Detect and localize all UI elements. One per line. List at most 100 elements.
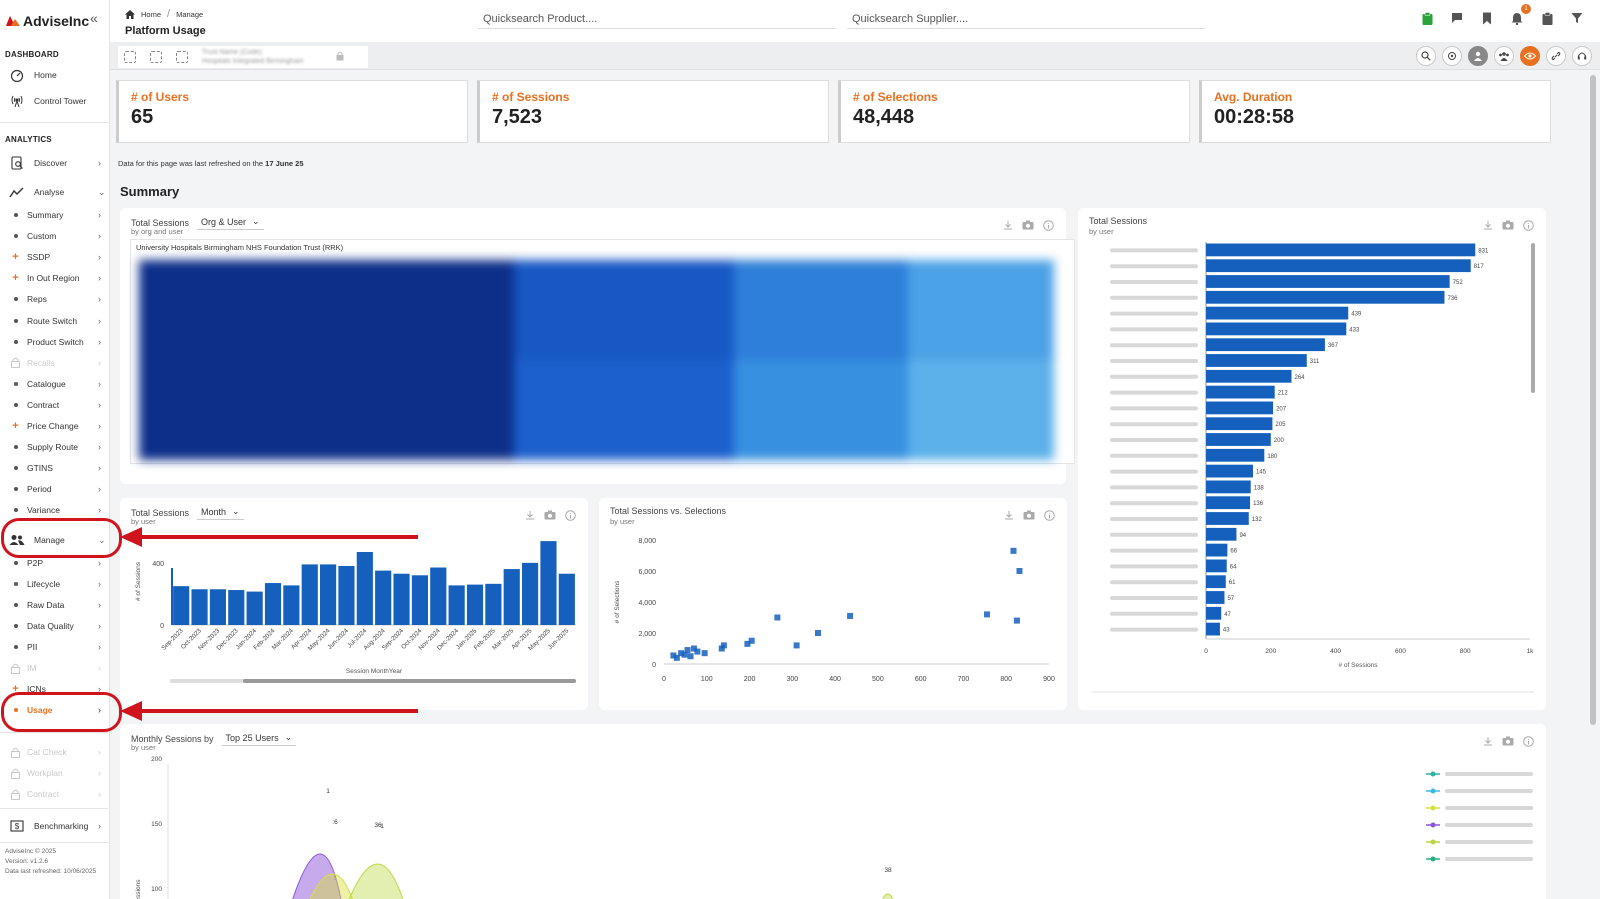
- vertical-scrollbar[interactable]: [1531, 243, 1535, 393]
- app-logo[interactable]: AdviseInc: [5, 13, 89, 29]
- sidebar-item-home[interactable]: Home: [0, 65, 110, 85]
- sidebar-item-label: IM: [27, 663, 37, 673]
- bullet-icon: [13, 445, 18, 450]
- blurred-legend-label: [1445, 840, 1533, 844]
- bar-value-label: 439: [1351, 312, 1362, 318]
- bullet-icon: [13, 603, 18, 607]
- bullet-icon: [13, 624, 18, 628]
- sidebar-item-period[interactable]: Period ›: [0, 479, 110, 499]
- eye-icon[interactable]: [1520, 46, 1540, 66]
- page-title: Platform Usage: [125, 25, 206, 37]
- download-icon[interactable]: [1002, 219, 1014, 231]
- bell-icon[interactable]: 1: [1509, 4, 1531, 26]
- treemap[interactable]: University Hospitals Birmingham NHS Foun…: [130, 239, 1075, 464]
- chevron-right-icon: ›: [98, 442, 101, 453]
- scatter-chart[interactable]: 0 100 200 300 400 500 600 700 800 900 0 2,000 4,000 6…: [599, 498, 1067, 710]
- hbar: [1206, 512, 1249, 525]
- sidebar-item-gtins[interactable]: GTINS ›: [0, 458, 110, 478]
- bar-value-label: 94: [1239, 533, 1246, 539]
- bar-value-label: 311: [1310, 359, 1320, 365]
- bar-value-label: 61: [1229, 580, 1236, 586]
- sidebar-item-custom[interactable]: Custom ›: [0, 226, 110, 246]
- sidebar-divider: [0, 842, 108, 843]
- sidebar-item-analyse[interactable]: Analyse ⌄: [0, 182, 110, 202]
- sidebar-item-route-switch[interactable]: Route Switch ›: [0, 311, 110, 331]
- chevron-right-icon: ›: [98, 294, 101, 305]
- sidebar-item-control-tower[interactable]: Control Tower: [0, 91, 110, 111]
- y-tick-label: 400: [152, 561, 164, 568]
- sidebar-item-im[interactable]: IM ›: [0, 658, 110, 678]
- sidebar-item-label: Custom: [27, 231, 57, 242]
- blurred-name: Trust Name (Code): [202, 49, 262, 56]
- blurred-user-label: [1110, 611, 1198, 616]
- sidebar-item-workplan-manage[interactable]: Workplan ›: [0, 763, 110, 783]
- header-icons: 1: [1419, 4, 1585, 26]
- summary-heading: Summary: [120, 184, 180, 199]
- sidebar-item-cat-check-manage[interactable]: Cat Check ›: [0, 742, 110, 762]
- focus-icon[interactable]: [176, 51, 188, 63]
- link-icon[interactable]: [1546, 46, 1566, 66]
- x-tick-label: 1k: [1527, 648, 1535, 655]
- sidebar-item-ssdp[interactable]: + SSDP ›: [0, 247, 110, 267]
- sidebar-item-discover[interactable]: Discover ›: [0, 153, 110, 173]
- sidebar-item-label: Raw Data: [27, 600, 65, 610]
- blurred-user-label: [1110, 453, 1198, 458]
- sidebar-item-benchmarking[interactable]: $ Benchmarking ›: [0, 816, 110, 836]
- sidebar-item-summary[interactable]: Summary ›: [0, 205, 110, 225]
- hbar: [1206, 464, 1253, 478]
- expand-icon[interactable]: [150, 51, 162, 63]
- bar-value-label: 136: [1253, 501, 1264, 507]
- search-icon[interactable]: [1416, 46, 1436, 66]
- manage-arrow-line: [138, 535, 418, 539]
- blurred-filter-label[interactable]: Trust Name (Code) Hospitals Integrated B…: [202, 48, 304, 66]
- hbar: [1206, 480, 1251, 494]
- sidebar-item-price-change[interactable]: + Price Change ›: [0, 416, 110, 436]
- headset-icon[interactable]: [1572, 46, 1592, 66]
- org-user-dropdown[interactable]: Org & User ⌄: [197, 216, 264, 230]
- sidebar-item-supply-route[interactable]: Supply Route ›: [0, 437, 110, 457]
- sidebar-item-product-switch[interactable]: Product Switch ›: [0, 332, 110, 352]
- home-icon[interactable]: [125, 9, 135, 19]
- kpi-label: # of Sessions: [492, 90, 570, 104]
- group-icon[interactable]: [1494, 46, 1514, 66]
- search-product-input[interactable]: [478, 9, 836, 29]
- breadcrumb-manage[interactable]: Manage: [176, 10, 203, 19]
- sidebar-item-lifecycle[interactable]: Lifecycle ›: [0, 574, 110, 594]
- hbar: [1206, 385, 1275, 399]
- sidebar-item-contract-manage[interactable]: Contract ›: [0, 784, 110, 804]
- sidebar-item-raw-data[interactable]: Raw Data ›: [0, 595, 110, 615]
- hbar: [1206, 527, 1237, 541]
- sidebar-item-catalogue[interactable]: Catalogue ›: [0, 374, 110, 394]
- page-scrollbar[interactable]: [1590, 75, 1596, 725]
- sidebar-item-contract[interactable]: Contract ›: [0, 395, 110, 415]
- breadcrumb-home[interactable]: Home: [141, 10, 161, 19]
- chart-scroll-thumb[interactable]: [243, 679, 576, 683]
- sidebar-item-pii[interactable]: PII ›: [0, 637, 110, 657]
- clipboard-icon[interactable]: [1419, 10, 1435, 26]
- area-chart[interactable]: 100150200# of Sessions1:6 361:38: [120, 724, 1546, 899]
- dropdown-value: Org & User: [201, 216, 247, 227]
- lock-icon: [11, 663, 20, 674]
- flag-icon[interactable]: [1449, 10, 1465, 26]
- bullet-icon: [13, 561, 18, 565]
- filter-icon[interactable]: [1569, 10, 1585, 26]
- bar-Feb-2025: [485, 583, 502, 625]
- sidebar-item-in-out-region[interactable]: + In Out Region ›: [0, 268, 110, 288]
- select-icon[interactable]: [124, 51, 136, 63]
- search-supplier-input[interactable]: [847, 9, 1205, 29]
- sidebar-item-recalls[interactable]: Recalls ›: [0, 353, 110, 373]
- collapse-sidebar-button[interactable]: «: [90, 10, 98, 26]
- sidebar-item-reps[interactable]: Reps ›: [0, 289, 110, 309]
- panel-subtitle: by org and user: [131, 227, 184, 236]
- horizontal-bar-chart[interactable]: 831 817 752 736 439 433 367 311 264 212 207 205 200 1…: [1078, 208, 1546, 710]
- target-icon[interactable]: [1442, 46, 1462, 66]
- blurred-sub: Hospitals Integrated Birmingham: [202, 58, 304, 65]
- bar-value-label: 433: [1349, 327, 1360, 333]
- hbar: [1206, 448, 1265, 462]
- sidebar-item-data-quality[interactable]: Data Quality ›: [0, 616, 110, 636]
- camera-icon[interactable]: [1022, 219, 1034, 231]
- bookmark-icon[interactable]: [1479, 10, 1495, 26]
- user-icon[interactable]: [1468, 46, 1488, 66]
- info-icon[interactable]: [1042, 219, 1054, 231]
- clipboard-list-icon[interactable]: [1539, 10, 1555, 26]
